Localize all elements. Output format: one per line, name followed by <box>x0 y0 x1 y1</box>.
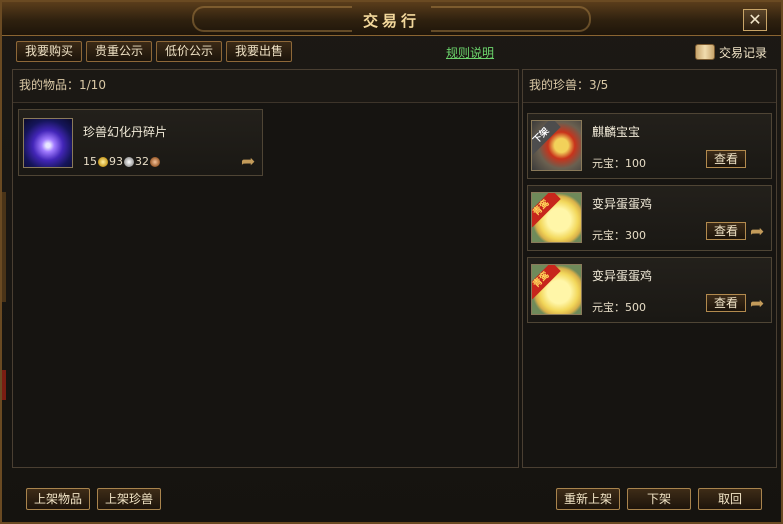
pet-ribbon: 下架 <box>532 121 561 156</box>
cancel-button[interactable]: 取回 <box>698 488 762 510</box>
item-card[interactable]: 珍兽幻化丹碎片 15 93 32 ➦ <box>18 109 263 176</box>
my-items-panel: 我的物品：1/10 珍兽幻化丹碎片 15 93 32 ➦ <box>12 69 519 468</box>
tab-valuable-notice[interactable]: 贵重公示 <box>86 41 153 62</box>
pet-card[interactable]: 青鸾 变异蛋蛋鸡 元宝：500 查看 ➦ <box>527 257 772 323</box>
tab-bar: 我要购买 贵重公示 低价公示 我要出售 <box>16 41 293 62</box>
view-button[interactable]: 查看 <box>706 222 746 240</box>
pet-card[interactable]: 青鸾 变异蛋蛋鸡 元宝：300 查看 ➦ <box>527 185 772 251</box>
my-pets-header: 我的珍兽：3/5 <box>523 70 776 103</box>
share-arrow-icon[interactable]: ➦ <box>241 154 263 171</box>
copper-amount: 32 <box>135 155 149 168</box>
list-item-button[interactable]: 上架物品 <box>26 488 90 510</box>
pet-price: 元宝：100 <box>592 157 646 170</box>
my-pets-panel: 我的珍兽：3/5 下架 麒麟宝宝 元宝：100 查看 青鸾 变异蛋蛋鸡 元宝：3… <box>522 69 777 468</box>
pet-name: 变异蛋蛋鸡 <box>592 197 653 211</box>
item-name: 珍兽幻化丹碎片 <box>83 125 168 139</box>
chick-icon: 青鸾 <box>531 264 582 315</box>
copper-coin-icon <box>150 156 160 167</box>
window-edge-marker <box>2 370 6 400</box>
scroll-icon <box>695 44 715 60</box>
silver-amount: 93 <box>109 155 123 168</box>
view-button[interactable]: 查看 <box>706 294 746 312</box>
silver-coin-icon <box>124 156 134 167</box>
my-items-header: 我的物品：1/10 <box>13 70 518 103</box>
pet-ribbon: 青鸾 <box>532 265 561 300</box>
share-arrow-icon[interactable]: ➦ <box>750 224 772 241</box>
pet-name: 麒麟宝宝 <box>592 125 641 139</box>
tab-sell[interactable]: 我要出售 <box>226 41 293 62</box>
pet-card[interactable]: 下架 麒麟宝宝 元宝：100 查看 <box>527 113 772 179</box>
pet-price: 元宝：300 <box>592 229 646 242</box>
close-icon: ✕ <box>748 10 762 29</box>
item-price: 15 93 32 <box>83 155 161 168</box>
chick-icon: 青鸾 <box>531 192 582 243</box>
purple-orb-icon <box>23 118 73 168</box>
trade-log-button[interactable]: 交易记录 <box>695 41 767 63</box>
pet-ribbon: 青鸾 <box>532 193 561 228</box>
tab-buy[interactable]: 我要购买 <box>16 41 83 62</box>
trade-window: 交易行 ✕ 我要购买 贵重公示 低价公示 我要出售 规则说明 交易记录 我的物品… <box>0 0 783 524</box>
list-pet-button[interactable]: 上架珍兽 <box>97 488 161 510</box>
view-button[interactable]: 查看 <box>706 150 746 168</box>
pet-price: 元宝：500 <box>592 301 646 314</box>
trade-log-label: 交易记录 <box>719 45 768 60</box>
close-button[interactable]: ✕ <box>743 9 767 31</box>
window-edge-tab <box>2 192 6 302</box>
gold-amount: 15 <box>83 155 97 168</box>
rules-link[interactable]: 规则说明 <box>446 44 494 61</box>
relist-button[interactable]: 重新上架 <box>556 488 620 510</box>
qilin-icon: 下架 <box>531 120 582 171</box>
window-title: 交易行 <box>362 12 420 30</box>
tab-lowprice-notice[interactable]: 低价公示 <box>156 41 223 62</box>
share-arrow-icon[interactable]: ➦ <box>750 296 772 313</box>
pet-name: 变异蛋蛋鸡 <box>592 269 653 283</box>
title-bar: 交易行 ✕ <box>2 2 781 36</box>
gold-coin-icon <box>98 156 108 167</box>
delist-button[interactable]: 下架 <box>627 488 691 510</box>
